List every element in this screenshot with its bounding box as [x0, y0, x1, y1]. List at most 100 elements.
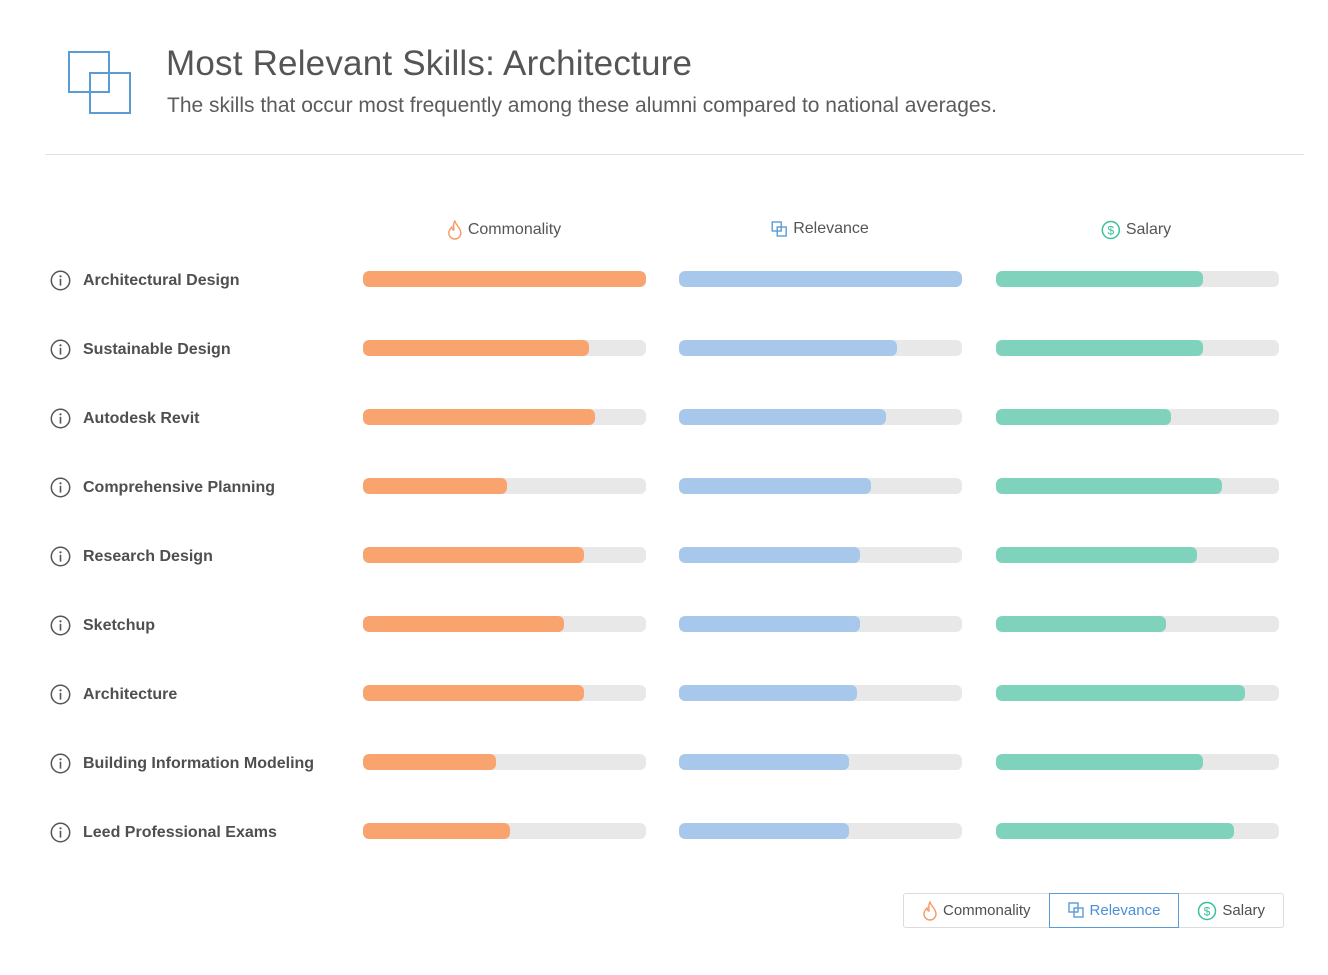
info-icon[interactable]: [50, 270, 71, 291]
salary-bar-track: [996, 616, 1279, 632]
commonality-bar-track: [363, 616, 646, 632]
overlapping-squares-icon: [68, 51, 131, 114]
skill-label: Comprehensive Planning: [83, 479, 276, 496]
salary-bar-track: [996, 271, 1279, 287]
relevance-bar-track: [679, 685, 962, 701]
skill-row: Architecture: [0, 684, 1328, 705]
commonality-bar: [363, 271, 646, 287]
commonality-bar: [363, 547, 584, 563]
salary-bar: [996, 340, 1203, 356]
skill-label: Architectural Design: [83, 272, 240, 289]
commonality-bar-track: [363, 340, 646, 356]
salary-bar: [996, 478, 1223, 494]
skill-label: Sketchup: [83, 617, 156, 634]
salary-bar-track: [996, 547, 1279, 563]
toggle-commonality[interactable]: Commonality: [904, 894, 1049, 927]
salary-bar: [996, 547, 1197, 563]
dollar-circle-icon: $: [1101, 220, 1121, 240]
salary-bar-track: [996, 478, 1279, 494]
toggle-label: Relevance: [1089, 902, 1161, 919]
flame-icon: [923, 900, 937, 921]
salary-bar-track: [996, 685, 1279, 701]
skill-row: Building Information Modeling: [0, 753, 1328, 774]
info-icon[interactable]: [50, 753, 71, 774]
commonality-bar-track: [363, 823, 646, 839]
page-subtitle: The skills that occur most frequently am…: [167, 94, 997, 117]
info-icon[interactable]: [50, 339, 71, 360]
relevance-bar-track: [679, 754, 962, 770]
relevance-bar: [679, 823, 849, 839]
column-header-relevance: Relevance: [771, 220, 869, 238]
skill-label: Autodesk Revit: [83, 410, 200, 427]
skill-label: Research Design: [83, 548, 213, 565]
relevance-bar: [679, 547, 861, 563]
info-icon[interactable]: [50, 546, 71, 567]
commonality-bar-track: [363, 754, 646, 770]
skill-label: Leed Professional Exams: [83, 824, 277, 841]
skill-row: Leed Professional Exams: [0, 822, 1328, 843]
info-icon[interactable]: [50, 684, 71, 705]
skill-label: Sustainable Design: [83, 341, 231, 358]
toggle-salary[interactable]: $ Salary: [1179, 894, 1283, 927]
column-label: Salary: [1125, 221, 1172, 238]
skill-label: Architecture: [83, 686, 178, 703]
relevance-bar: [679, 754, 849, 770]
svg-text:$: $: [1107, 224, 1114, 238]
commonality-bar: [363, 685, 584, 701]
relevance-bar-track: [679, 823, 962, 839]
relevance-bar: [679, 685, 858, 701]
relevance-bar-track: [679, 547, 962, 563]
salary-bar: [996, 271, 1203, 287]
skill-row: Architectural Design: [0, 270, 1328, 291]
commonality-bar-track: [363, 409, 646, 425]
skill-row: Sketchup: [0, 615, 1328, 636]
commonality-bar: [363, 409, 596, 425]
commonality-bar: [363, 823, 511, 839]
salary-bar-track: [996, 409, 1279, 425]
commonality-bar: [363, 616, 564, 632]
info-icon[interactable]: [50, 477, 71, 498]
flame-icon: [448, 220, 462, 240]
dollar-circle-icon: $: [1198, 901, 1217, 920]
skill-row: Comprehensive Planning: [0, 477, 1328, 498]
info-icon[interactable]: [50, 408, 71, 429]
toggle-relevance[interactable]: Relevance: [1048, 893, 1180, 928]
skill-row: Autodesk Revit: [0, 408, 1328, 429]
commonality-bar: [363, 754, 496, 770]
salary-bar: [996, 754, 1203, 770]
relevance-bar-track: [679, 271, 962, 287]
relevance-bar: [679, 340, 897, 356]
skill-row: Sustainable Design: [0, 339, 1328, 360]
salary-bar-track: [996, 754, 1279, 770]
svg-text:$: $: [1204, 904, 1211, 918]
header-divider: [45, 154, 1304, 155]
toggle-label: Commonality: [943, 902, 1031, 919]
relevance-bar: [679, 271, 962, 287]
commonality-bar-track: [363, 547, 646, 563]
column-header-salary: $ Salary: [1101, 220, 1171, 240]
salary-bar: [996, 823, 1234, 839]
relevance-bar-track: [679, 409, 962, 425]
salary-bar: [996, 409, 1172, 425]
salary-bar-track: [996, 340, 1279, 356]
commonality-bar: [363, 340, 590, 356]
column-label: Relevance: [793, 220, 869, 237]
info-icon[interactable]: [50, 615, 71, 636]
toggle-label: Salary: [1222, 902, 1265, 919]
salary-bar: [996, 685, 1246, 701]
skill-label: Building Information Modeling: [83, 755, 315, 772]
salary-bar-track: [996, 823, 1279, 839]
relevance-bar: [679, 478, 872, 494]
commonality-bar: [363, 478, 508, 494]
overlapping-squares-icon: [1067, 902, 1084, 918]
salary-bar: [996, 616, 1166, 632]
info-icon[interactable]: [50, 822, 71, 843]
skill-row: Research Design: [0, 546, 1328, 567]
relevance-bar-track: [679, 616, 962, 632]
commonality-bar-track: [363, 685, 646, 701]
column-label: Commonality: [467, 221, 562, 238]
commonality-bar-track: [363, 271, 646, 287]
commonality-bar-track: [363, 478, 646, 494]
relevance-bar-track: [679, 478, 962, 494]
column-header-commonality: Commonality: [447, 220, 561, 240]
